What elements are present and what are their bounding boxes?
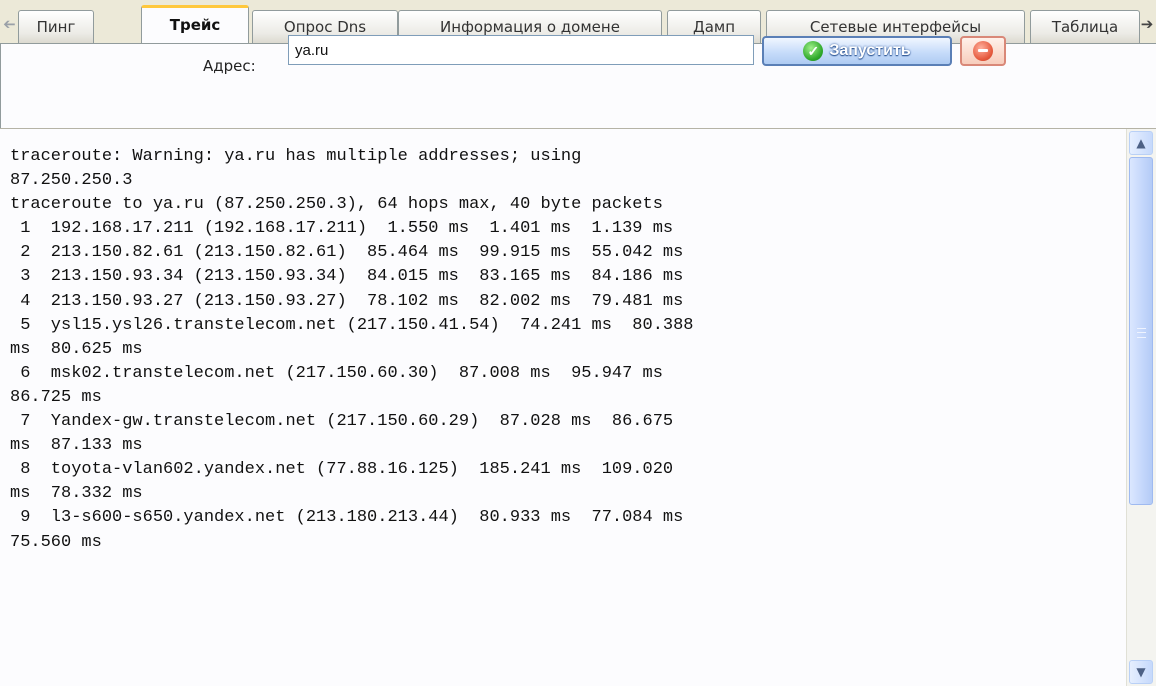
trace-output-text: traceroute: Warning: ya.ru has multiple … <box>0 129 1126 555</box>
tabs-scroll-left-button[interactable]: ➔ <box>0 10 18 38</box>
address-label: Адрес: <box>203 57 256 75</box>
chevron-up-icon: ▲ <box>1136 136 1146 150</box>
output-line: 2 213.150.82.61 (213.150.82.61) 85.464 m… <box>10 243 684 263</box>
output-line: 8 toyota-vlan602.yandex.net (77.88.16.12… <box>10 460 674 480</box>
output-line: traceroute to ya.ru (87.250.250.3), 64 h… <box>10 195 663 215</box>
output-line: 86.725 ms <box>10 387 102 407</box>
output-line: ms 87.133 ms <box>10 436 143 456</box>
output-line: 7 Yandex-gw.transtelecom.net (217.150.60… <box>10 412 674 432</box>
chevron-down-icon: ▼ <box>1136 665 1146 679</box>
grip-icon <box>1137 328 1146 338</box>
arrow-right-icon: ➔ <box>1140 15 1154 33</box>
check-circle-icon: ✓ <box>803 41 824 61</box>
output-line: 87.250.250.3 <box>10 171 133 191</box>
output-line: 75.560 ms <box>10 532 102 552</box>
stop-icon <box>973 41 993 61</box>
output-line: ms 80.625 ms <box>10 339 143 359</box>
stop-button[interactable] <box>960 36 1006 66</box>
output-line: 5 ysl15.ysl26.transtelecom.net (217.150.… <box>10 315 694 335</box>
tab-trace[interactable]: Трейс <box>141 5 249 44</box>
output-line: 1 192.168.17.211 (192.168.17.211) 1.550 … <box>10 219 674 239</box>
output-line: 6 msk02.transtelecom.net (217.150.60.30)… <box>10 363 663 383</box>
output-line: 4 213.150.93.27 (213.150.93.27) 78.102 m… <box>10 291 684 311</box>
scroll-down-button[interactable]: ▼ <box>1129 660 1153 684</box>
scroll-up-button[interactable]: ▲ <box>1129 131 1153 155</box>
trace-output[interactable]: traceroute: Warning: ya.ru has multiple … <box>0 129 1126 686</box>
output-line: traceroute: Warning: ya.ru has multiple … <box>10 147 582 166</box>
output-scrollbar[interactable]: ▲ ▼ <box>1126 129 1156 686</box>
output-line: ms 78.332 ms <box>10 484 143 504</box>
output-line: 3 213.150.93.34 (213.150.93.34) 84.015 m… <box>10 267 684 287</box>
run-button[interactable]: ✓ Запустить <box>762 36 952 66</box>
run-button-label: Запустить <box>829 42 911 59</box>
output-line: 9 l3-s600-s650.yandex.net (213.180.213.4… <box>10 508 684 528</box>
scrollbar-thumb[interactable] <box>1129 157 1153 505</box>
arrow-left-icon: ➔ <box>2 15 16 33</box>
tab-ping[interactable]: Пинг <box>18 10 94 43</box>
tabs-scroll-right-button[interactable]: ➔ <box>1138 10 1156 38</box>
address-input[interactable] <box>288 35 754 65</box>
tab-table[interactable]: Таблица <box>1030 10 1140 43</box>
